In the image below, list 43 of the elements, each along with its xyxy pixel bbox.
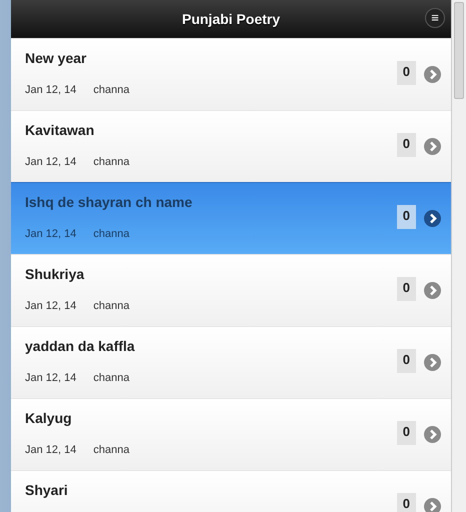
post-title: New year — [25, 50, 88, 68]
post-item[interactable]: Kavitawan Jan 12, 14 channa 0 — [11, 110, 451, 182]
post-item[interactable]: New year Jan 12, 14 channa 0 — [11, 38, 451, 110]
comment-count: 0 — [396, 132, 416, 156]
chevron-icon — [424, 282, 441, 299]
post-title: yaddan da kaffla — [25, 338, 136, 356]
comment-count: 0 — [396, 204, 416, 228]
post-item[interactable]: Kalyug Jan 12, 14 channa 0 — [11, 398, 451, 470]
post-date: Jan 12, 14 — [25, 84, 76, 96]
chevron-icon — [424, 138, 441, 155]
post-date: Jan 12, 14 — [25, 228, 76, 240]
scrollbar[interactable] — [451, 0, 466, 512]
post-item[interactable]: yaddan da kaffla Jan 12, 14 channa 0 — [11, 326, 451, 398]
post-item[interactable]: Shukriya Jan 12, 14 channa 0 — [11, 254, 451, 326]
post-title: Ishq de shayran ch name — [25, 194, 194, 212]
post-item[interactable]: Ishq de shayran ch name Jan 12, 14 channa 0 — [11, 182, 451, 254]
comment-count: 0 — [396, 276, 416, 300]
post-date: Jan 12, 14 — [25, 300, 76, 312]
post-author: channa — [93, 372, 130, 384]
post-title: Shukriya — [25, 266, 86, 284]
post-item[interactable]: Shyari 0 — [11, 470, 451, 512]
comment-count: 0 — [396, 492, 416, 512]
post-title: Kalyug — [25, 410, 73, 428]
chevron-icon — [424, 210, 441, 227]
chevron-icon — [424, 66, 441, 83]
comment-count: 0 — [396, 420, 416, 444]
post-author: channa — [93, 228, 130, 240]
chevron-icon — [424, 354, 441, 371]
menu-button[interactable]: ≡ — [425, 8, 445, 28]
post-date: Jan 12, 14 — [25, 444, 76, 456]
post-date: Jan 12, 14 — [25, 156, 76, 168]
app-title: Punjabi Poetry — [182, 11, 280, 27]
chevron-icon — [424, 426, 441, 443]
post-author: channa — [93, 156, 130, 168]
post-date: Jan 12, 14 — [25, 372, 76, 384]
post-author: channa — [93, 300, 130, 312]
post-author: channa — [93, 84, 130, 96]
comment-count: 0 — [396, 348, 416, 372]
post-title: Kavitawan — [25, 122, 96, 140]
post-author: channa — [93, 444, 130, 456]
comment-count: 0 — [396, 60, 416, 84]
chevron-icon — [424, 498, 441, 512]
post-title: Shyari — [25, 482, 69, 500]
